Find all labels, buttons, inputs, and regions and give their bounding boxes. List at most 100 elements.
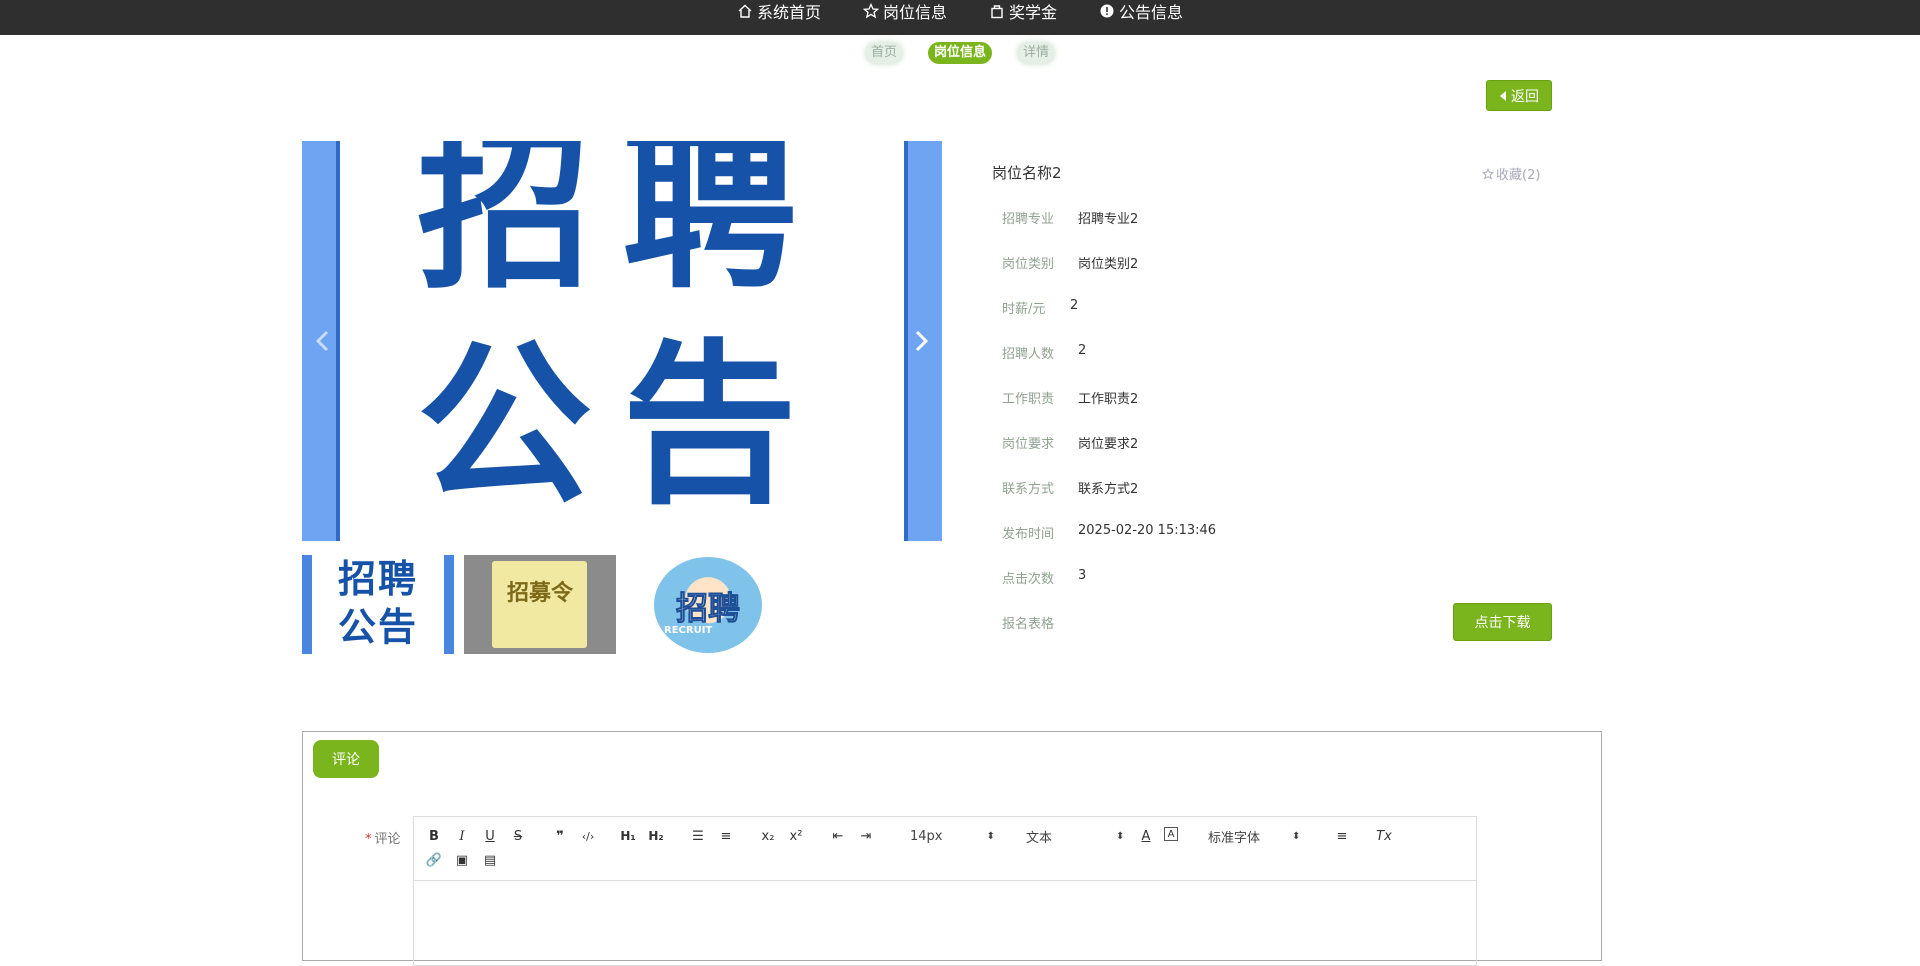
chevron-left-icon [315, 330, 329, 352]
star-icon [862, 3, 879, 19]
subscript-icon[interactable]: x₂ [758, 827, 778, 845]
field-label: 时薪/元 [1002, 302, 1046, 317]
thumbnail-3-text: 招聘 [675, 589, 740, 628]
comment-field-label-text: 评论 [374, 832, 401, 847]
field-row: 报名表格 [1002, 613, 1078, 632]
field-label: 岗位要求 [1002, 437, 1055, 452]
carousel-prev-button[interactable] [310, 326, 334, 356]
font-family-select[interactable]: 标准字体 ⬍ [1208, 827, 1300, 846]
video-icon[interactable]: ▤ [480, 851, 500, 869]
star-outline-icon [1482, 167, 1494, 180]
back-button[interactable]: 返回 [1486, 80, 1552, 111]
chevron-right-icon [915, 330, 929, 352]
field-label: 工作职责 [1002, 392, 1055, 407]
rich-text-editor: B I U S ❞ ‹/› H₁ H₂ ☰ ≡ x₂ x² ⇤ ⇥ 14px ⬍ … [413, 816, 1477, 966]
field-label: 岗位类别 [1002, 257, 1055, 272]
field-row: 发布时间 2025-02-20 15:13:46 [1002, 523, 1216, 542]
clear-format-icon[interactable]: Tx [1374, 827, 1394, 845]
outdent-icon[interactable]: ⇤ [828, 827, 848, 845]
field-label: 发布时间 [1002, 527, 1055, 542]
poster-text-line2: 公告 [417, 323, 827, 528]
font-size-select[interactable]: 14px ⬍ [910, 827, 995, 845]
thumbnail-3-sub: RECRUIT [664, 625, 713, 636]
image-icon[interactable]: ▣ [452, 851, 472, 869]
thumbnail-strip: 招聘 公告 招募令 招聘 RECRUIT [302, 555, 778, 654]
chevron-updown-icon: ⬍ [1116, 830, 1125, 842]
comment-tab[interactable]: 评论 [313, 740, 379, 778]
block-format-select[interactable]: 文本 ⬍ [1026, 827, 1125, 846]
thumbnail-2[interactable]: 招募令 [464, 555, 616, 654]
field-label: 点击次数 [1002, 572, 1055, 587]
field-value: 2 [1070, 298, 1079, 313]
heading1-icon[interactable]: H₁ [618, 827, 638, 845]
heading2-icon[interactable]: H₂ [646, 827, 666, 845]
field-label: 报名表格 [1002, 617, 1055, 632]
indent-icon[interactable]: ⇥ [856, 827, 876, 845]
link-icon[interactable]: 🔗 [424, 851, 444, 869]
chevron-updown-icon: ⬍ [986, 830, 995, 842]
code-icon[interactable]: ‹/› [578, 827, 598, 845]
font-size-value: 14px [910, 828, 943, 844]
nav-jobs[interactable]: 岗位信息 [862, 1, 947, 22]
nav-scholarship-label: 奖学金 [1009, 3, 1058, 22]
field-row: 招聘专业 招聘专业2 [1002, 208, 1138, 227]
bag-icon [991, 5, 1003, 19]
bullet-list-icon[interactable]: ≡ [716, 827, 736, 845]
superscript-icon[interactable]: x² [786, 827, 806, 845]
caret-left-icon [1500, 90, 1506, 101]
thumbnail-1-line2: 公告 [337, 604, 418, 649]
nav-jobs-label: 岗位信息 [882, 3, 947, 22]
favorite-button[interactable]: 收藏(2) [1482, 164, 1540, 183]
underline-icon[interactable]: U [480, 827, 500, 845]
breadcrumb-jobs[interactable]: 岗位信息 [927, 42, 992, 64]
field-row: 联系方式 联系方式2 [1002, 478, 1138, 497]
background-color-icon[interactable]: A [1164, 827, 1178, 841]
field-label: 招聘专业 [1002, 212, 1055, 227]
field-value: 工作职责2 [1078, 392, 1139, 407]
field-value: 岗位要求2 [1078, 437, 1139, 452]
back-button-label: 返回 [1511, 88, 1539, 105]
comment-section: 评论 * 评论 B I U S ❞ ‹/› H₁ H₂ ☰ ≡ x₂ x² ⇤ ⇥… [302, 731, 1602, 966]
nav-notices[interactable]: 公告信息 [1099, 1, 1184, 22]
top-navigation: 系统首页 岗位信息 奖学金 公告信息 [0, 0, 1920, 35]
font-color-icon[interactable]: A [1136, 827, 1156, 845]
field-label: 招聘人数 [1002, 347, 1055, 362]
thumbnail-1-text: 招聘 公告 [312, 555, 444, 651]
image-carousel: 招聘 公告 [302, 141, 942, 541]
nav-home-label: 系统首页 [756, 3, 821, 22]
field-row: 工作职责 工作职责2 [1002, 388, 1138, 407]
thumbnail-1[interactable]: 招聘 公告 [302, 555, 454, 654]
field-row: 点击次数 3 [1002, 568, 1086, 587]
field-value: 岗位类别2 [1078, 257, 1139, 272]
home-icon [738, 4, 752, 18]
ordered-list-icon[interactable]: ☰ [688, 827, 708, 845]
info-icon [1100, 4, 1114, 18]
required-mark: * [365, 832, 372, 847]
block-format-value: 文本 [1026, 830, 1053, 846]
quote-icon[interactable]: ❞ [550, 827, 570, 845]
italic-icon[interactable]: I [452, 827, 472, 845]
thumbnail-2-text: 招募令 [506, 581, 573, 606]
download-button[interactable]: 点击下载 [1453, 603, 1552, 641]
favorite-label: 收藏(2) [1496, 168, 1541, 183]
field-row: 岗位要求 岗位要求2 [1002, 433, 1138, 452]
field-row: 时薪/元 2 [1002, 298, 1078, 317]
field-row: 岗位类别 岗位类别2 [1002, 253, 1138, 272]
bold-icon[interactable]: B [424, 827, 444, 845]
field-value: 招聘专业2 [1078, 212, 1139, 227]
field-row: 招聘人数 2 [1002, 343, 1086, 362]
field-value: 联系方式2 [1078, 482, 1139, 497]
field-value: 3 [1078, 568, 1087, 583]
thumbnail-3[interactable]: 招聘 RECRUIT [626, 555, 778, 654]
nav-notices-label: 公告信息 [1119, 3, 1184, 22]
field-value: 2025-02-20 15:13:46 [1078, 523, 1217, 538]
nav-home[interactable]: 系统首页 [737, 1, 821, 22]
comment-field-label: * 评论 [365, 828, 401, 847]
align-left-icon[interactable]: ≡ [1332, 827, 1352, 845]
carousel-next-button[interactable] [910, 326, 934, 356]
font-family-value: 标准字体 [1208, 830, 1261, 846]
poster-text-line1: 招聘 [417, 141, 827, 313]
breadcrumb-home[interactable]: 首页 [864, 42, 903, 64]
nav-scholarship[interactable]: 奖学金 [989, 1, 1058, 22]
strikethrough-icon[interactable]: S [508, 827, 528, 845]
